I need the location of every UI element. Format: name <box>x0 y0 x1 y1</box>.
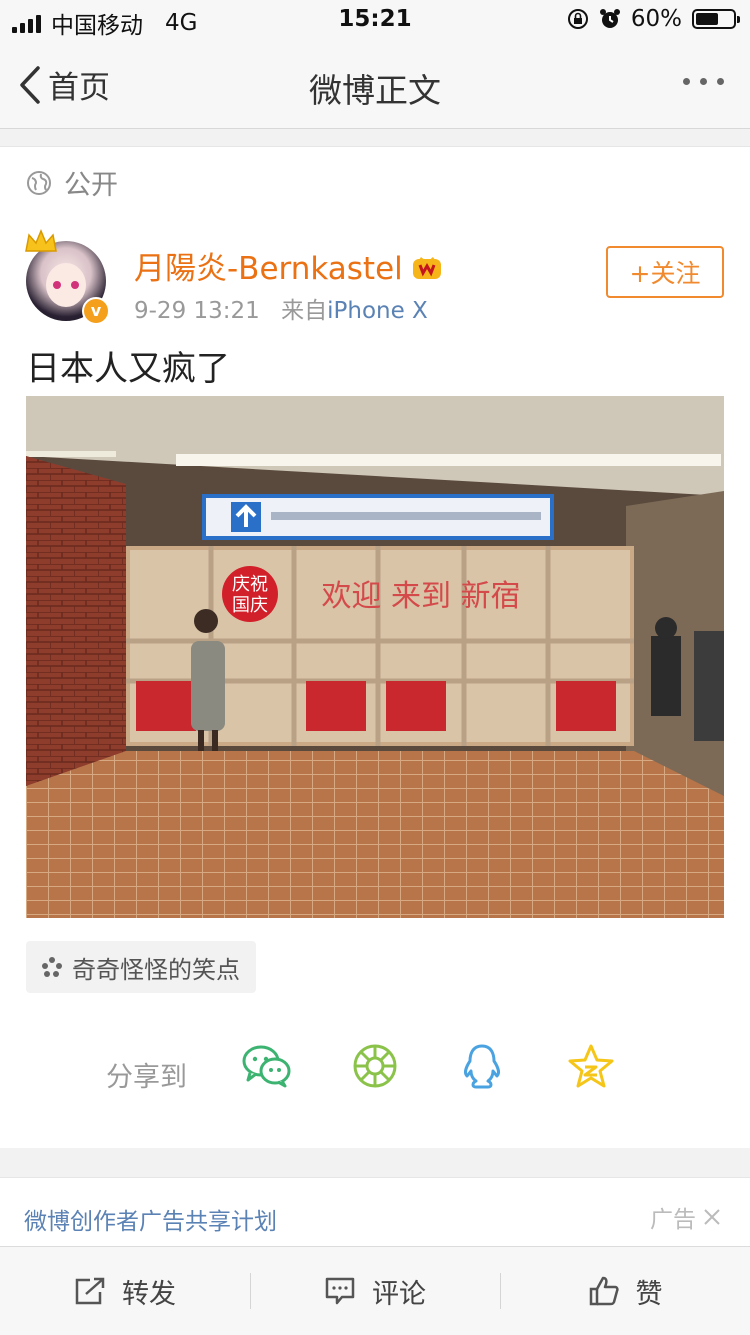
ad-dismiss[interactable]: 广告 <box>650 1200 722 1234</box>
status-bar: 中国移动 4G 15:21 60% <box>0 0 750 40</box>
alarm-icon <box>599 9 620 28</box>
visibility-row: 公开 <box>0 146 750 214</box>
visibility-label: 公开 <box>64 170 118 201</box>
post-time: 9-29 13:21 <box>134 298 260 324</box>
photo-illustration: 庆祝 国庆 欢迎 来到 新宿 <box>26 396 724 918</box>
comment-label: 评论 <box>372 1278 426 1310</box>
share-label: 分享到 <box>106 1062 187 1093</box>
post-card: v 月陽炎-Bernkastel 9-29 13:21 来自iPhone X +… <box>0 213 750 1148</box>
follow-button[interactable]: +关注 <box>606 246 724 298</box>
photo-welcome-text: 欢迎 来到 新宿 <box>321 579 520 614</box>
topic-tag-text: 奇奇怪怪的笑点 <box>72 955 240 984</box>
rotation-lock-icon <box>567 9 588 29</box>
photo-banner-text-2: 国庆 <box>232 595 268 616</box>
globe-icon <box>27 170 51 195</box>
crown-icon <box>25 229 57 252</box>
photo-banner-text-1: 庆祝 <box>232 574 268 595</box>
more-button[interactable] <box>683 78 724 85</box>
ad-label: 广告 <box>650 1207 696 1233</box>
repost-icon <box>75 1277 105 1305</box>
qq-icon[interactable] <box>460 1043 504 1091</box>
qzone-icon[interactable] <box>568 1043 614 1089</box>
like-label: 赞 <box>635 1278 663 1310</box>
comment-icon <box>325 1277 355 1305</box>
source-device[interactable]: iPhone X <box>327 298 428 324</box>
like-button[interactable]: 赞 <box>500 1247 750 1335</box>
more-dot-icon <box>700 78 707 85</box>
more-dot-icon <box>717 78 724 85</box>
post-text: 日本人又疯了 <box>26 349 230 389</box>
repost-label: 转发 <box>122 1278 176 1310</box>
navigation-bar: 首页 微博正文 <box>0 40 750 129</box>
topic-icon <box>42 957 62 977</box>
wechat-icon[interactable] <box>242 1043 292 1089</box>
ad-link[interactable]: 微博创作者广告共享计划 <box>24 1202 277 1236</box>
ad-row: 微博创作者广告共享计划 广告 <box>0 1177 750 1246</box>
username[interactable]: 月陽炎-Bernkastel <box>134 243 443 288</box>
post-meta: 9-29 13:21 来自iPhone X <box>134 291 428 325</box>
verified-badge-icon: v <box>82 297 110 325</box>
post-photo[interactable]: 庆祝 国庆 欢迎 来到 新宿 <box>26 396 724 918</box>
topic-tag[interactable]: 奇奇怪怪的笑点 <box>26 941 256 993</box>
comment-button[interactable]: 评论 <box>250 1247 500 1335</box>
battery-percent: 60% <box>630 6 682 32</box>
vip-crown-icon <box>412 256 441 279</box>
source-prefix: 来自 <box>281 298 328 324</box>
status-indicators: 60% <box>567 6 740 32</box>
battery-icon <box>692 9 740 29</box>
close-icon <box>704 1209 720 1225</box>
bottom-toolbar: 转发 评论 赞 <box>0 1246 750 1335</box>
username-text: 月陽炎-Bernkastel <box>134 251 403 287</box>
moments-icon[interactable] <box>352 1043 398 1089</box>
avatar[interactable]: v <box>25 229 110 325</box>
thumbs-up-icon <box>589 1276 619 1306</box>
repost-button[interactable]: 转发 <box>0 1247 250 1335</box>
page-title: 微博正文 <box>309 71 441 110</box>
more-dot-icon <box>683 78 690 85</box>
share-row: 分享到 <box>0 1023 750 1113</box>
